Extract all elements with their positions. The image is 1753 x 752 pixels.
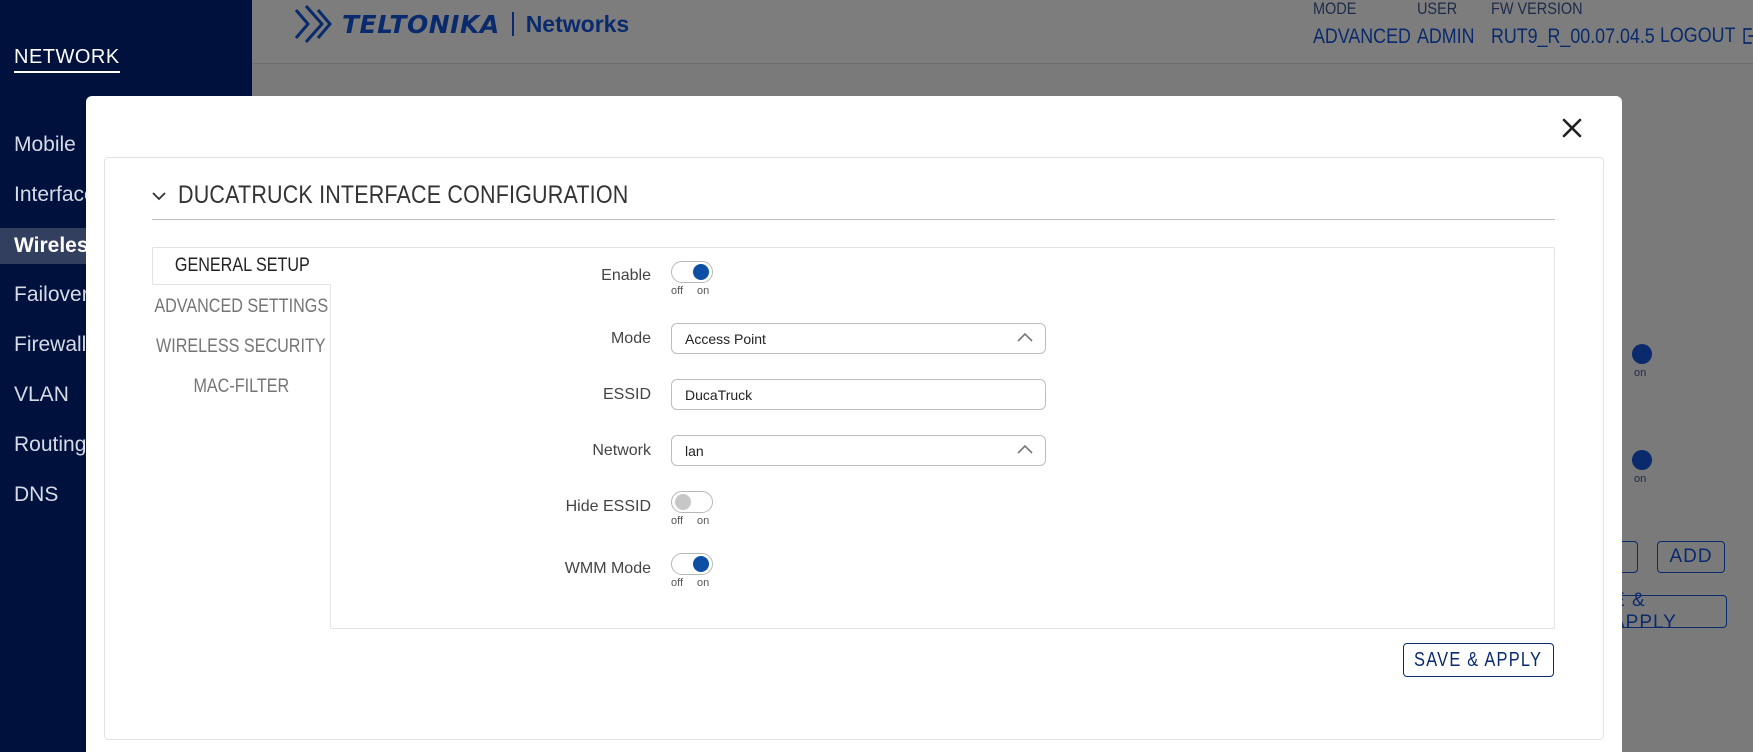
wmm-mode-label: WMM Mode — [564, 560, 651, 577]
background-add-button: ADD — [1657, 541, 1725, 573]
user-value[interactable]: ADMIN — [1417, 25, 1475, 49]
section-header[interactable]: DUCATRUCK INTERFACE CONFIGURATION — [152, 181, 702, 210]
toggle-knob — [675, 494, 691, 510]
header-mode: MODE ADVANCED — [1313, 0, 1428, 49]
teltonika-logo-icon — [294, 5, 332, 43]
background-save-apply-partial: E & APPLY — [1612, 590, 1727, 633]
enable-toggle-labels: off on — [671, 285, 709, 297]
tab-advanced-settings[interactable]: ADVANCED SETTINGS — [152, 288, 330, 326]
enable-toggle[interactable] — [671, 261, 713, 283]
hide-essid-toggle-labels: off on — [671, 515, 709, 527]
section-title: DUCATRUCK INTERFACE CONFIGURATION — [178, 181, 629, 209]
chevron-down-icon[interactable] — [152, 191, 166, 201]
brand-name: TELTONIKA — [342, 9, 500, 39]
essid-label: ESSID — [602, 386, 651, 403]
fw-version-label: FW VERSION — [1491, 0, 1583, 18]
user-label: USER — [1417, 0, 1458, 18]
logout-button[interactable]: LOGOUT — [1660, 24, 1753, 48]
mode-select-value: Access Point — [685, 330, 766, 347]
close-icon[interactable] — [1561, 117, 1583, 139]
save-apply-button[interactable]: SAVE & APPLY — [1403, 643, 1554, 677]
hide-essid-toggle[interactable] — [671, 491, 713, 513]
tab-mac-filter[interactable]: MAC-FILTER — [152, 368, 330, 406]
header-fw-version: FW VERSION RUT9_R_00.07.04.5 — [1491, 0, 1684, 49]
tab-label: WIRELESS SECURITY — [156, 336, 326, 357]
toggle-off-label: off — [671, 515, 684, 527]
logout-icon — [1743, 28, 1753, 44]
toggle-off-label: off — [671, 577, 684, 589]
network-select-value: lan — [685, 442, 704, 459]
section-divider — [152, 219, 1555, 220]
logout-label: LOGOUT — [1660, 24, 1736, 47]
enable-label: Enable — [601, 267, 651, 284]
save-apply-label: SAVE & APPLY — [1414, 648, 1543, 671]
tab-label: GENERAL SETUP — [174, 255, 310, 276]
logo-divider — [511, 12, 514, 36]
hide-essid-label: Hide ESSID — [565, 498, 651, 515]
toggle-knob — [693, 556, 709, 572]
header-user: USER ADMIN — [1417, 0, 1485, 49]
toggle-off-label: off — [671, 285, 684, 297]
brand-suffix: Networks — [525, 10, 630, 37]
mode-label: MODE — [1313, 0, 1357, 18]
background-toggle-1-on-label: on — [1634, 367, 1647, 379]
toggle-knob — [693, 264, 709, 280]
wmm-mode-toggle[interactable] — [671, 553, 713, 575]
sidebar-section-title: NETWORK — [14, 46, 120, 73]
teltonika-logo[interactable]: TELTONIKA Networks — [292, 4, 629, 44]
mode-value[interactable]: ADVANCED — [1313, 25, 1411, 49]
tab-general-setup[interactable]: GENERAL SETUP — [152, 247, 331, 285]
network-label: Network — [592, 442, 651, 459]
mode-select[interactable]: Access Point — [671, 323, 1046, 354]
background-toggle-2-on-label: on — [1634, 473, 1647, 485]
tab-label: MAC-FILTER — [193, 376, 289, 397]
toggle-on-label: on — [697, 285, 710, 297]
tab-label: ADVANCED SETTINGS — [154, 296, 328, 317]
wmm-mode-toggle-labels: off on — [671, 577, 709, 589]
chevron-up-icon — [1017, 332, 1033, 342]
chevron-up-icon — [1017, 444, 1033, 454]
mode-label: Mode — [610, 330, 651, 347]
network-select[interactable]: lan — [671, 435, 1046, 466]
background-toggle-2 — [1622, 450, 1652, 470]
toggle-on-label: on — [697, 515, 710, 527]
essid-input-value: DucaTruck — [685, 386, 753, 403]
tab-wireless-security[interactable]: WIRELESS SECURITY — [152, 328, 330, 366]
toggle-on-label: on — [697, 577, 710, 589]
fw-version-value: RUT9_R_00.07.04.5 — [1491, 25, 1655, 48]
background-toggle-1 — [1622, 344, 1652, 364]
essid-input[interactable]: DucaTruck — [671, 379, 1046, 410]
